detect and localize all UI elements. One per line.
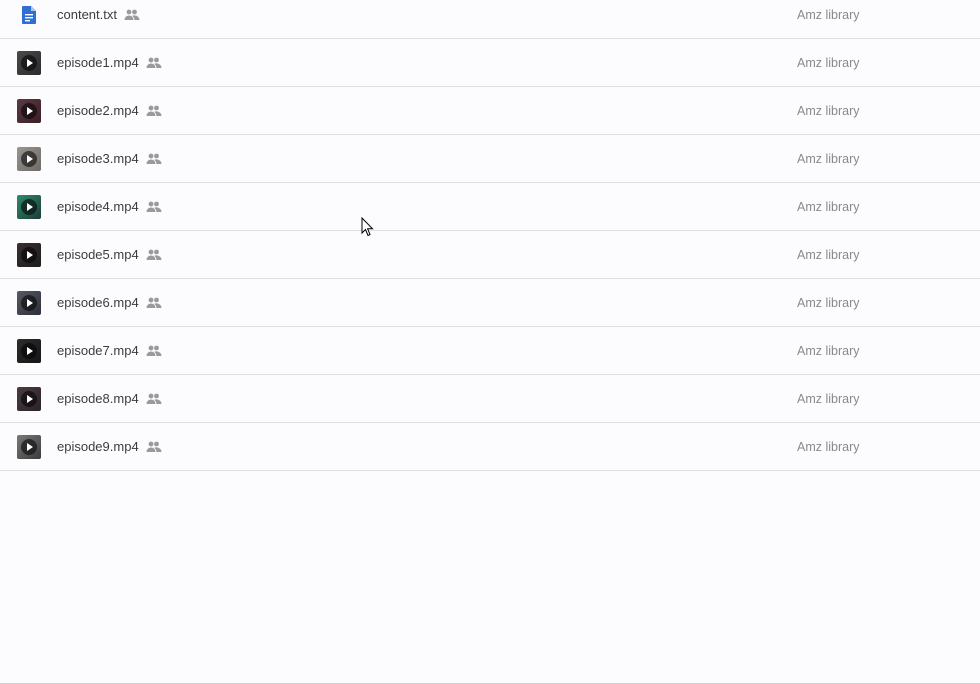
file-name[interactable]: episode3.mp4 [57,151,139,166]
people-shared-icon [146,297,162,309]
file-name[interactable]: episode8.mp4 [57,391,139,406]
file-name[interactable]: episode6.mp4 [57,295,139,310]
people-shared-icon [146,153,162,165]
file-name-cell: episode3.mp4 [57,151,162,166]
people-shared-icon [146,345,162,357]
file-name-cell: episode9.mp4 [57,439,162,454]
file-name-cell: episode8.mp4 [57,391,162,406]
file-row[interactable]: episode5.mp4 Amz library [0,231,980,279]
file-row[interactable]: content.txt Amz library [0,0,980,39]
file-row[interactable]: episode8.mp4 Amz library [0,375,980,423]
file-name-cell: episode7.mp4 [57,343,162,358]
people-shared-icon [146,393,162,405]
file-row[interactable]: episode9.mp4 Amz library [0,423,980,471]
video-thumbnail [17,147,41,171]
file-location: Amz library [797,248,860,262]
file-row[interactable]: episode4.mp4 Amz library [0,183,980,231]
file-name[interactable]: episode9.mp4 [57,439,139,454]
file-row[interactable]: episode3.mp4 Amz library [0,135,980,183]
people-shared-icon [146,441,162,453]
video-thumbnail [17,339,41,363]
file-name-cell: episode2.mp4 [57,103,162,118]
file-row[interactable]: episode6.mp4 Amz library [0,279,980,327]
file-location: Amz library [797,104,860,118]
file-name[interactable]: episode7.mp4 [57,343,139,358]
video-thumbnail [17,195,41,219]
people-shared-icon [146,249,162,261]
file-name[interactable]: episode1.mp4 [57,55,139,70]
video-thumbnail [17,51,41,75]
file-name-cell: episode4.mp4 [57,199,162,214]
file-location: Amz library [797,440,860,454]
video-thumbnail [17,243,41,267]
file-name[interactable]: content.txt [57,7,117,22]
file-name-cell: episode6.mp4 [57,295,162,310]
file-location: Amz library [797,344,860,358]
people-shared-icon [146,105,162,117]
people-shared-icon [146,57,162,69]
text-doc-icon [17,3,41,27]
file-location: Amz library [797,152,860,166]
file-name[interactable]: episode2.mp4 [57,103,139,118]
file-location: Amz library [797,392,860,406]
file-name-cell: episode1.mp4 [57,55,162,70]
video-thumbnail [17,435,41,459]
file-row[interactable]: episode2.mp4 Amz library [0,87,980,135]
video-thumbnail [17,387,41,411]
file-name-cell: content.txt [57,7,140,22]
file-location: Amz library [797,8,860,22]
people-shared-icon [124,9,140,21]
video-thumbnail [17,99,41,123]
file-name-cell: episode5.mp4 [57,247,162,262]
file-name[interactable]: episode4.mp4 [57,199,139,214]
file-row[interactable]: episode1.mp4 Amz library [0,39,980,87]
file-location: Amz library [797,296,860,310]
file-row[interactable]: episode7.mp4 Amz library [0,327,980,375]
video-thumbnail [17,291,41,315]
file-name[interactable]: episode5.mp4 [57,247,139,262]
file-location: Amz library [797,56,860,70]
file-location: Amz library [797,200,860,214]
people-shared-icon [146,201,162,213]
